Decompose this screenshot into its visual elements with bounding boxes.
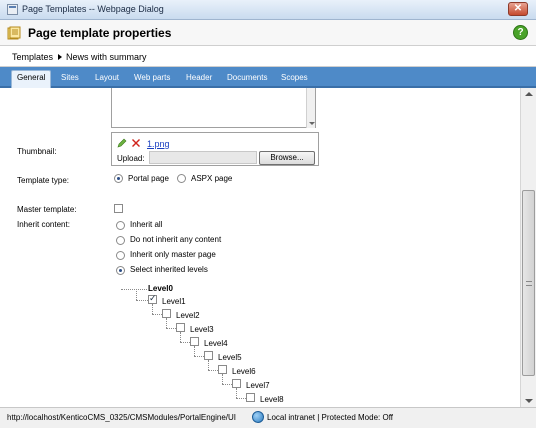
tree-connector bbox=[136, 289, 137, 300]
level8-checkbox[interactable] bbox=[246, 393, 255, 402]
tab-layout[interactable]: Layout bbox=[90, 71, 124, 86]
level4-checkbox[interactable] bbox=[190, 337, 199, 346]
tab-documents[interactable]: Documents bbox=[222, 71, 272, 86]
dialog-header: Page template properties ? bbox=[0, 20, 536, 46]
content-scrollbar[interactable] bbox=[520, 88, 536, 407]
tab-general[interactable]: General bbox=[11, 70, 52, 88]
page-template-icon bbox=[7, 26, 21, 40]
status-zone: Local intranet | Protected Mode: Off bbox=[267, 413, 393, 422]
tree-level1[interactable]: Level1 bbox=[162, 297, 186, 306]
tree-level4[interactable]: Level4 bbox=[204, 339, 228, 348]
page-title: Page template properties bbox=[28, 26, 172, 40]
tree-connector bbox=[121, 289, 147, 290]
level2-checkbox[interactable] bbox=[162, 309, 171, 318]
tree-connector bbox=[136, 300, 148, 301]
status-url: http://localhost/KenticoCMS_0325/CMSModu… bbox=[7, 413, 237, 422]
tree-level5[interactable]: Level5 bbox=[218, 353, 242, 362]
tree-connector bbox=[222, 384, 232, 385]
tree-connector bbox=[152, 314, 162, 315]
scrollbar-thumb[interactable] bbox=[522, 190, 535, 376]
level-tree: Level0 Level1 Level2 Level3 Level4 Level… bbox=[0, 88, 520, 407]
level5-checkbox[interactable] bbox=[204, 351, 213, 360]
tree-level8[interactable]: Level8 bbox=[260, 395, 284, 404]
general-form: Thumbnail: 1.png Upload: Browse... Templ… bbox=[0, 88, 520, 407]
globe-icon bbox=[252, 411, 264, 423]
tree-connector bbox=[194, 346, 195, 356]
level7-checkbox[interactable] bbox=[232, 379, 241, 388]
tree-connector bbox=[236, 398, 246, 399]
tree-level3[interactable]: Level3 bbox=[190, 325, 214, 334]
tab-web-parts[interactable]: Web parts bbox=[129, 71, 175, 86]
tree-connector bbox=[180, 342, 190, 343]
scroll-down-arrow-icon[interactable] bbox=[521, 395, 536, 407]
close-window-button[interactable]: ✕ bbox=[508, 2, 528, 16]
tree-connector bbox=[166, 318, 167, 328]
tree-connector bbox=[180, 332, 181, 342]
tab-sites[interactable]: Sites bbox=[56, 71, 84, 86]
status-bar: http://localhost/KenticoCMS_0325/CMSModu… bbox=[0, 407, 536, 428]
breadcrumb-separator-icon bbox=[58, 54, 62, 60]
tree-connector bbox=[152, 304, 153, 314]
tree-connector bbox=[222, 374, 223, 384]
tab-bar: General Sites Layout Web parts Header Do… bbox=[0, 67, 536, 88]
scroll-up-arrow-icon[interactable] bbox=[521, 88, 536, 100]
tab-header[interactable]: Header bbox=[181, 71, 217, 86]
tree-connector bbox=[208, 360, 209, 370]
tree-level7[interactable]: Level7 bbox=[246, 381, 270, 390]
window-title: Page Templates -- Webpage Dialog bbox=[22, 4, 164, 14]
help-icon[interactable]: ? bbox=[513, 25, 528, 40]
level1-checkbox[interactable] bbox=[148, 293, 157, 304]
scrollbar-grip bbox=[526, 281, 532, 286]
tab-scopes[interactable]: Scopes bbox=[276, 71, 313, 86]
level3-checkbox[interactable] bbox=[176, 323, 185, 332]
window-titlebar: Page Templates -- Webpage Dialog ✕ bbox=[0, 0, 536, 20]
tree-level2[interactable]: Level2 bbox=[176, 311, 200, 320]
tree-connector bbox=[166, 328, 176, 329]
tree-connector bbox=[236, 388, 237, 398]
level6-checkbox[interactable] bbox=[218, 365, 227, 374]
tree-level0[interactable]: Level0 bbox=[148, 284, 173, 293]
breadcrumb-current: News with summary bbox=[66, 52, 147, 62]
tree-level6[interactable]: Level6 bbox=[232, 367, 256, 376]
breadcrumb: Templates News with summary bbox=[0, 46, 536, 67]
breadcrumb-templates-link[interactable]: Templates bbox=[12, 52, 53, 62]
tree-connector bbox=[208, 370, 218, 371]
app-window-icon bbox=[7, 4, 18, 15]
tree-connector bbox=[194, 356, 204, 357]
